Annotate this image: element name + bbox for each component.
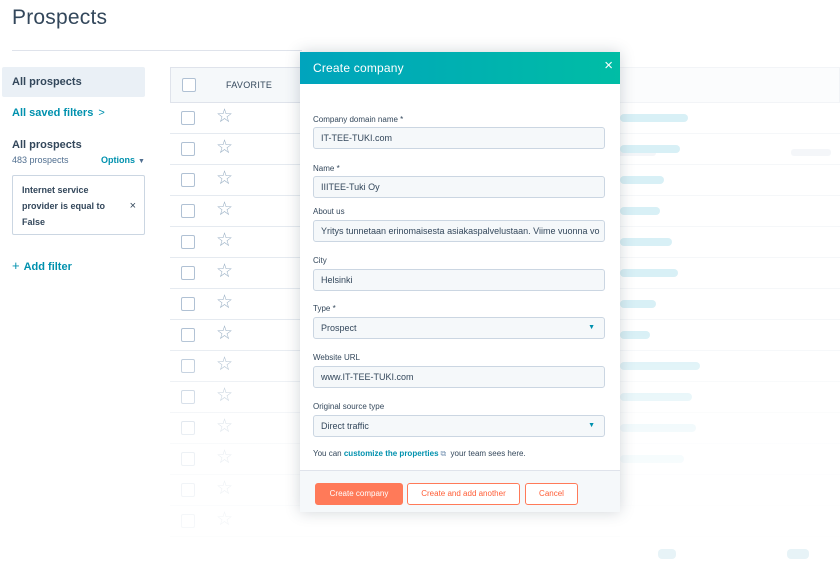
close-icon[interactable]: × <box>604 57 613 75</box>
all-saved-filters-link[interactable]: All saved filters > <box>12 107 105 119</box>
type-select[interactable]: Prospect ▼ <box>313 317 605 339</box>
plus-icon: + <box>12 258 20 273</box>
select-all-checkbox[interactable] <box>182 78 196 92</box>
helper-suffix: your team sees here. <box>450 449 526 458</box>
create-and-add-another-button[interactable]: Create and add another <box>407 483 520 505</box>
favorite-star-icon[interactable]: ☆ <box>216 137 233 159</box>
caret-down-icon: ▼ <box>588 324 595 331</box>
view-title: All prospects <box>12 139 82 151</box>
add-filter-button[interactable]: + Add filter <box>12 258 72 273</box>
city-input[interactable]: Helsinki <box>313 269 605 291</box>
all-saved-filters-label: All saved filters <box>12 107 94 119</box>
website-input[interactable]: www.IT-TEE-TUKI.com <box>313 366 605 388</box>
cancel-button[interactable]: Cancel <box>525 483 578 505</box>
title-divider <box>12 50 302 51</box>
favorite-star-icon[interactable]: ☆ <box>216 292 233 314</box>
caret-down-icon: ▼ <box>588 422 595 429</box>
about-label: About us <box>313 207 345 216</box>
about-input[interactable]: Yritys tunnetaan erinomaisesta asiakaspa… <box>313 220 605 242</box>
sidebar-item-all-prospects[interactable]: All prospects <box>2 67 145 97</box>
row-checkbox[interactable] <box>181 204 195 218</box>
city-label: City <box>313 256 327 265</box>
row-checkbox[interactable] <box>181 235 195 249</box>
options-dropdown[interactable]: Options ▼ <box>101 155 145 165</box>
filter-chip[interactable]: Internet service provider is equal to Fa… <box>12 175 145 235</box>
caret-down-icon: ▼ <box>138 158 145 165</box>
options-label: Options <box>101 155 135 165</box>
pagination-item[interactable] <box>658 549 676 559</box>
view-count: 483 prospects <box>12 155 69 165</box>
row-checkbox[interactable] <box>181 142 195 156</box>
row-checkbox[interactable] <box>181 266 195 280</box>
favorite-star-icon[interactable]: ☆ <box>216 261 233 283</box>
row-checkbox[interactable] <box>181 297 195 311</box>
modal-footer: Create company Create and add another Ca… <box>300 470 620 512</box>
row-checkbox[interactable] <box>181 111 195 125</box>
favorite-star-icon[interactable]: ☆ <box>216 199 233 221</box>
page-title: Prospects <box>12 6 108 29</box>
name-label: Name * <box>313 164 340 173</box>
domain-label: Company domain name * <box>313 115 404 124</box>
modal-header: Create company × <box>300 52 620 84</box>
filter-chip-text: Internet service provider is equal to Fa… <box>22 185 106 227</box>
create-company-modal: Create company × Company domain name * I… <box>300 52 620 512</box>
add-filter-label: Add filter <box>23 261 72 273</box>
favorite-star-icon[interactable]: ☆ <box>216 168 233 190</box>
domain-input[interactable]: IT-TEE-TUKI.com <box>313 127 605 149</box>
helper-prefix: You can <box>313 449 342 458</box>
customize-properties-link[interactable]: customize the properties <box>344 449 439 458</box>
favorite-column-header[interactable]: FAVORITE <box>226 80 272 90</box>
modal-title: Create company <box>313 61 404 75</box>
favorite-star-icon[interactable]: ☆ <box>216 230 233 252</box>
source-label: Original source type <box>313 402 385 411</box>
favorite-star-icon[interactable]: ☆ <box>216 106 233 128</box>
external-link-icon: ⧉ <box>440 449 447 458</box>
modal-body: Company domain name * IT-TEE-TUKI.com Na… <box>300 84 620 470</box>
row-checkbox[interactable] <box>181 173 195 187</box>
website-label: Website URL <box>313 353 360 362</box>
close-icon[interactable]: × <box>130 198 136 214</box>
pagination-item[interactable] <box>787 549 809 559</box>
source-value: Direct traffic <box>321 421 369 431</box>
chevron-right-icon: > <box>98 107 105 119</box>
name-input[interactable]: IIITEE-Tuki Oy <box>313 176 605 198</box>
source-select[interactable]: Direct traffic ▼ <box>313 415 605 437</box>
create-company-button[interactable]: Create company <box>315 483 403 505</box>
helper-text: You can customize the properties ⧉ your t… <box>313 449 526 459</box>
type-label: Type * <box>313 304 336 313</box>
type-value: Prospect <box>321 323 357 333</box>
